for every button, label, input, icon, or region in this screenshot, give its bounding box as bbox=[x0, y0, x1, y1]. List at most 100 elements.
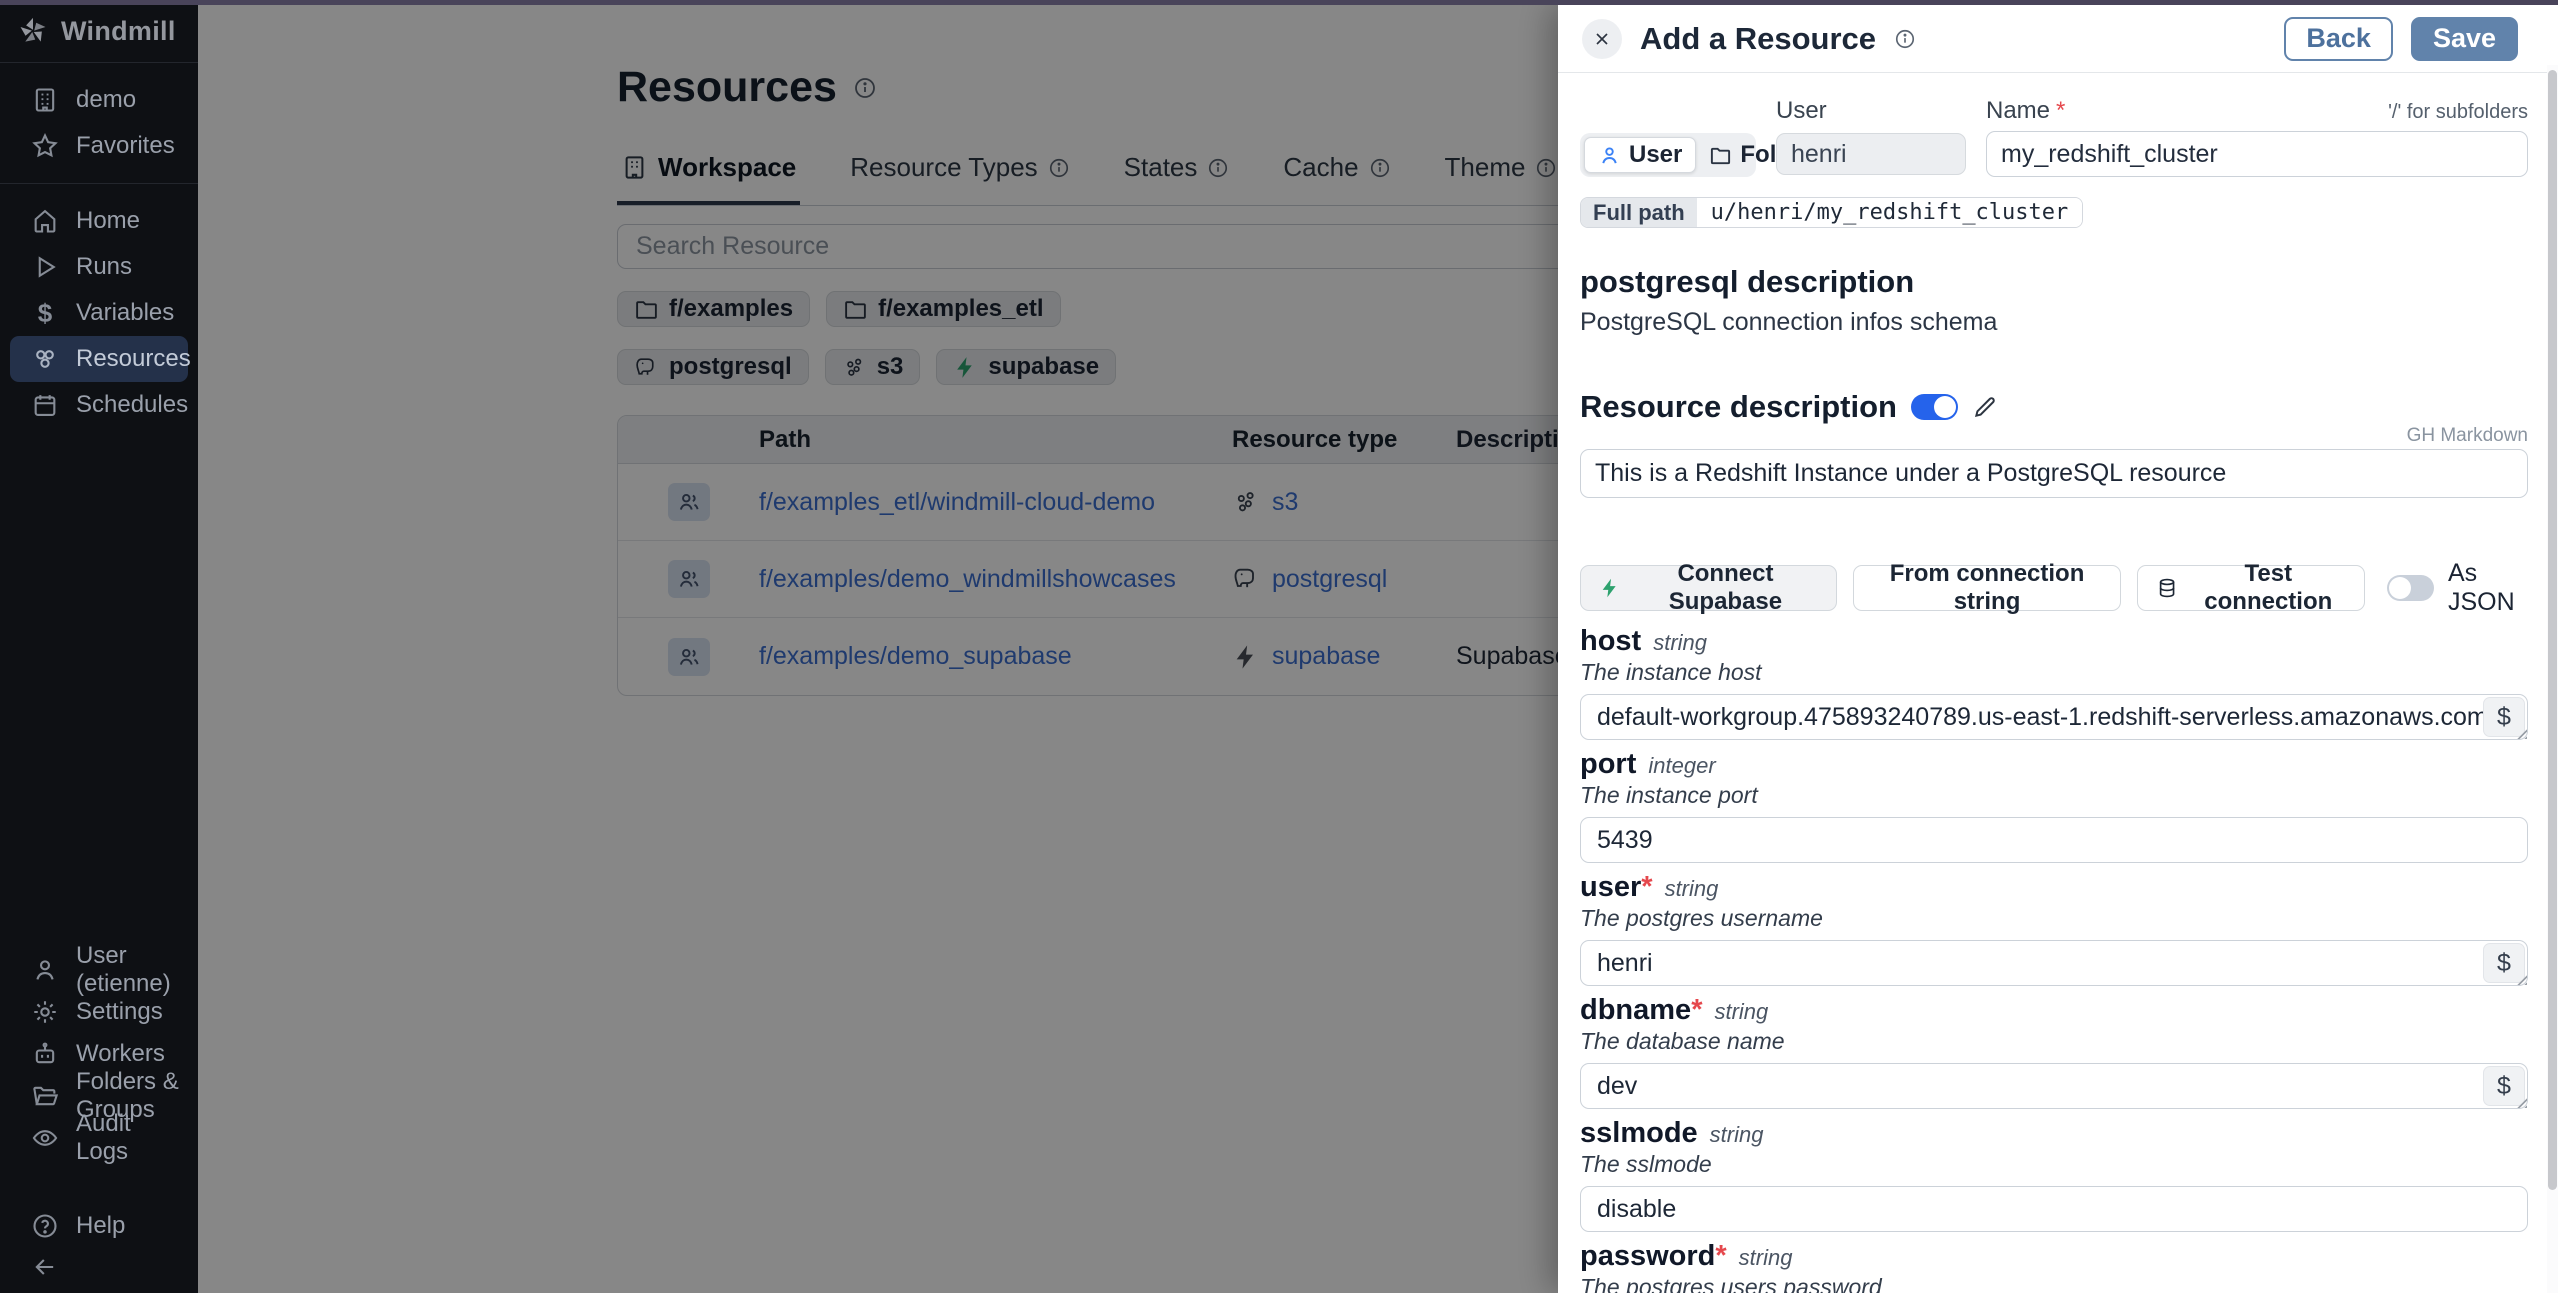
field-type: string bbox=[1653, 630, 1707, 656]
resource-name-input[interactable] bbox=[1986, 131, 2528, 177]
eye-icon bbox=[31, 1124, 59, 1152]
window-top-strip bbox=[0, 0, 2558, 5]
port-input[interactable] bbox=[1580, 817, 2528, 863]
sidebar-item-label: Help bbox=[76, 1212, 125, 1240]
info-icon[interactable] bbox=[1894, 28, 1916, 50]
arrow-left-icon bbox=[31, 1253, 59, 1281]
gear-icon bbox=[31, 998, 59, 1026]
sidebar-item-audit-logs[interactable]: Audit Logs bbox=[10, 1117, 188, 1159]
sidebar: Windmill demo Favorites Home Runs $ Vari… bbox=[0, 0, 198, 1293]
field-name: dbname bbox=[1580, 994, 1691, 1027]
required-asterisk: * bbox=[1715, 1240, 1726, 1273]
sidebar-item-workspace-demo[interactable]: demo bbox=[10, 77, 188, 123]
windmill-pinwheel-icon bbox=[18, 16, 48, 46]
sidebar-item-help[interactable]: Help bbox=[10, 1205, 188, 1247]
field-description: The sslmode bbox=[1580, 1151, 2528, 1179]
field-name: sslmode bbox=[1580, 1117, 1698, 1150]
home-icon bbox=[31, 207, 59, 235]
owner-user-option[interactable]: User bbox=[1584, 137, 1696, 173]
user-icon bbox=[31, 956, 59, 984]
user-field-label: User bbox=[1776, 97, 1966, 127]
field-description: The instance host bbox=[1580, 659, 2528, 687]
sidebar-item-favorites[interactable]: Favorites bbox=[10, 123, 188, 169]
connect-supabase-button[interactable]: Connect Supabase bbox=[1580, 565, 1837, 611]
button-label: Test connection bbox=[2191, 560, 2346, 616]
field-name: host bbox=[1580, 625, 1641, 658]
as-json-label: As JSON bbox=[2448, 559, 2528, 617]
resource-description-textarea[interactable]: This is a Redshift Instance under a Post… bbox=[1580, 449, 2528, 498]
test-connection-button[interactable]: Test connection bbox=[2137, 565, 2365, 611]
folder-open-icon bbox=[31, 1082, 59, 1110]
sidebar-collapse-button[interactable] bbox=[10, 1247, 188, 1287]
drawer-body: User Name* '/' for subfolders User Folde… bbox=[1558, 73, 2558, 1293]
field-description: The database name bbox=[1580, 1028, 2528, 1056]
insert-variable-button[interactable]: $ bbox=[2483, 1066, 2525, 1106]
sidebar-item-label: Settings bbox=[76, 998, 163, 1026]
full-path-value: u/henri/my_redshift_cluster bbox=[1697, 198, 2083, 227]
sidebar-item-label: Workers bbox=[76, 1040, 165, 1068]
sidebar-item-resources[interactable]: Resources bbox=[10, 336, 188, 382]
schema-field-host: host string The instance host $ bbox=[1580, 625, 2528, 740]
sidebar-item-variables[interactable]: $ Variables bbox=[10, 290, 188, 336]
schema-field-port: portinteger The instance port bbox=[1580, 748, 2528, 863]
drawer-scrollbar[interactable] bbox=[2547, 65, 2558, 1293]
as-json-toggle[interactable] bbox=[2387, 575, 2434, 601]
scrollbar-thumb[interactable] bbox=[2548, 70, 2557, 1190]
owner-kind-segmented-control: User Folder bbox=[1580, 133, 1756, 177]
description-enabled-toggle[interactable] bbox=[1911, 394, 1958, 420]
back-button[interactable]: Back bbox=[2284, 17, 2393, 61]
name-field-label: Name bbox=[1986, 97, 2050, 125]
sidebar-item-home[interactable]: Home bbox=[10, 198, 188, 244]
close-icon bbox=[1592, 29, 1612, 49]
add-resource-drawer: Add a Resource Back Save User Name* '/' … bbox=[1558, 5, 2558, 1293]
dbname-input[interactable] bbox=[1580, 1063, 2528, 1109]
button-label: From connection string bbox=[1872, 560, 2103, 616]
connection-actions-row: Connect Supabase From connection string … bbox=[1580, 559, 2528, 617]
resource-type-description: PostgreSQL connection infos schema bbox=[1580, 308, 2528, 337]
markdown-hint: GH Markdown bbox=[1580, 425, 2528, 447]
sidebar-main-nav: Home Runs $ Variables Resources Schedule… bbox=[0, 184, 198, 442]
field-type: string bbox=[1739, 1245, 1793, 1271]
field-type: string bbox=[1665, 876, 1719, 902]
field-description: The postgres users password bbox=[1580, 1274, 2528, 1293]
folder-icon bbox=[1709, 144, 1732, 167]
sidebar-item-label: Favorites bbox=[76, 132, 175, 160]
host-input[interactable] bbox=[1580, 694, 2528, 740]
field-type: string bbox=[1714, 999, 1768, 1025]
sidebar-item-schedules[interactable]: Schedules bbox=[10, 382, 188, 428]
sidebar-item-label: Audit Logs bbox=[76, 1110, 188, 1166]
user-icon bbox=[1598, 144, 1621, 167]
resource-type-heading: postgresql description bbox=[1580, 264, 2528, 300]
sidebar-item-settings[interactable]: Settings bbox=[10, 991, 188, 1033]
sidebar-item-runs[interactable]: Runs bbox=[10, 244, 188, 290]
building-icon bbox=[31, 86, 59, 114]
pencil-icon[interactable] bbox=[1972, 394, 1998, 420]
calendar-icon bbox=[31, 391, 59, 419]
required-asterisk: * bbox=[1691, 994, 1702, 1027]
as-json-control: As JSON bbox=[2387, 559, 2528, 617]
sidebar-item-label: Schedules bbox=[76, 391, 188, 419]
name-label-row: Name* '/' for subfolders bbox=[1986, 97, 2528, 127]
sidebar-item-label: Resources bbox=[76, 345, 191, 373]
boxes-icon bbox=[31, 345, 59, 373]
save-button[interactable]: Save bbox=[2411, 17, 2518, 61]
field-name: password bbox=[1580, 1240, 1715, 1273]
windmill-logo[interactable]: Windmill bbox=[0, 0, 198, 62]
field-description: The instance port bbox=[1580, 782, 2528, 810]
field-description: The postgres username bbox=[1580, 905, 2528, 933]
user-input[interactable] bbox=[1580, 940, 2528, 986]
close-drawer-button[interactable] bbox=[1582, 19, 1622, 59]
dollar-icon: $ bbox=[31, 298, 59, 329]
sidebar-item-user[interactable]: User (etienne) bbox=[10, 949, 188, 991]
sidebar-item-label: demo bbox=[76, 86, 136, 114]
full-path-label: Full path bbox=[1581, 198, 1697, 227]
schema-field-user: user*string The postgres username $ bbox=[1580, 871, 2528, 986]
insert-variable-button[interactable]: $ bbox=[2483, 943, 2525, 983]
insert-variable-button[interactable]: $ bbox=[2483, 697, 2525, 737]
field-name: user bbox=[1580, 871, 1641, 904]
resource-description-header: Resource description bbox=[1580, 389, 2528, 425]
star-icon bbox=[31, 132, 59, 160]
sslmode-input[interactable] bbox=[1580, 1186, 2528, 1232]
schema-field-password: password* string The postgres users passw… bbox=[1580, 1240, 2528, 1293]
from-connection-string-button[interactable]: From connection string bbox=[1853, 565, 2122, 611]
